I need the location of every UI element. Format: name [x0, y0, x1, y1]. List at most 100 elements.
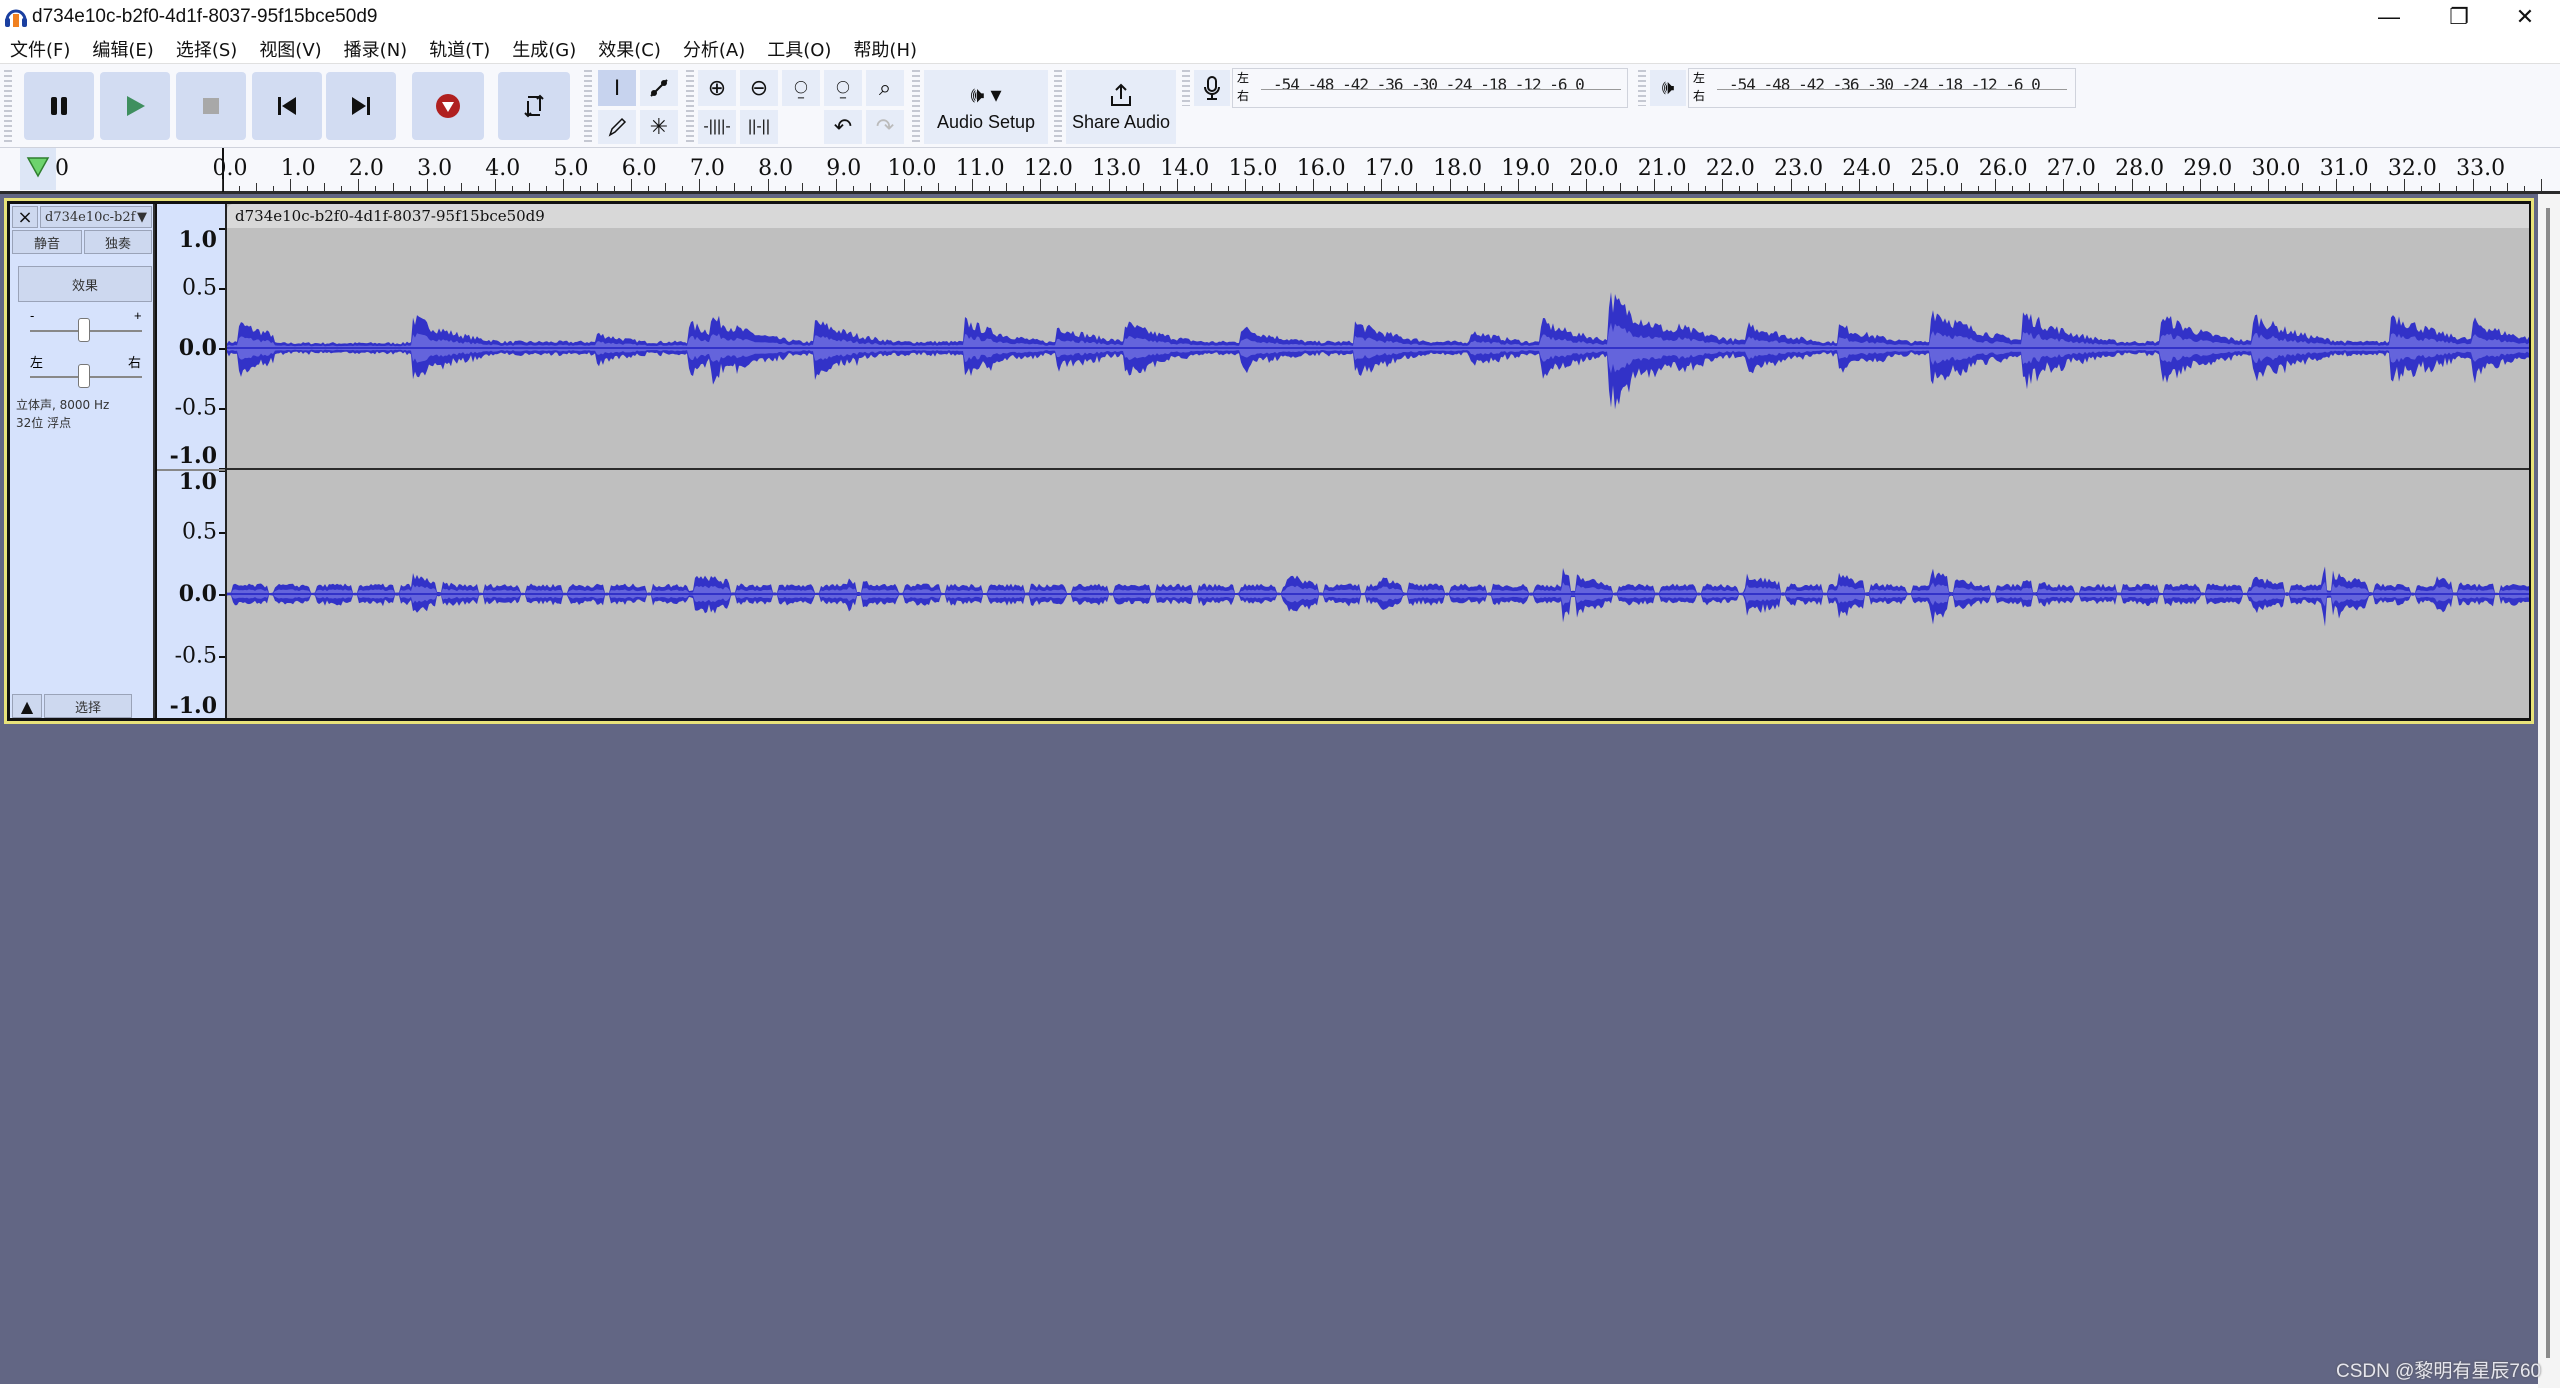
share-audio-grip[interactable] — [1054, 70, 1062, 144]
skip-to-start-button[interactable] — [252, 72, 322, 140]
track-close-button[interactable]: × — [12, 206, 38, 228]
selection-tool-button[interactable]: I — [598, 70, 636, 106]
menu-edit[interactable]: 编辑(E) — [92, 36, 153, 62]
effects-button[interactable]: 效果 — [18, 266, 152, 302]
multi-tool-button[interactable]: ✳ — [640, 110, 678, 144]
effects-label: 效果 — [71, 278, 98, 294]
timeline-tick — [1245, 179, 1246, 191]
gain-slider[interactable] — [30, 316, 142, 342]
undo-icon: ↶ — [833, 114, 853, 139]
timeline-tick — [1722, 179, 1724, 191]
vertical-scrollbar-thumb[interactable] — [2546, 208, 2550, 1358]
waveform[interactable] — [227, 228, 2529, 718]
silence-audio-button[interactable]: ||-|| — [740, 110, 778, 144]
zoom-out-button[interactable]: ⊖ — [740, 70, 778, 106]
restore-button[interactable]: ❐ — [2424, 0, 2494, 34]
collapse-track-button[interactable]: ▲ — [12, 694, 42, 718]
menu-transport[interactable]: 播录(N) — [344, 36, 408, 62]
timeline-tick — [1057, 186, 1059, 191]
zoom-toggle-button[interactable]: ⌕ — [866, 70, 904, 106]
fit-project-button[interactable]: ⍜ — [824, 70, 862, 106]
track-menu-button[interactable]: d734e10c-b2f ▼ — [40, 206, 152, 228]
draw-tool-button[interactable] — [598, 110, 636, 144]
timeline-tick — [1006, 183, 1008, 191]
timeline-tick — [1875, 186, 1877, 191]
envelope-tool-button[interactable] — [640, 70, 678, 106]
timeline-tick — [1568, 186, 1570, 191]
undo-button[interactable]: ↶ — [824, 110, 862, 144]
transport-toolbar-grip[interactable] — [4, 70, 12, 144]
mute-button[interactable]: 静音 — [12, 230, 82, 254]
timeline-ruler[interactable]: 0 0.0 1.0 2.0 3.0 4.0 5.0 6.0 7.0 8.0 9.0 10.0 11.0… — [0, 148, 2560, 194]
playback-meter-button[interactable]: 🕪 — [1650, 70, 1686, 106]
recording-meter-right-label: 右 — [1237, 89, 1250, 103]
menu-select[interactable]: 选择(S) — [176, 36, 237, 62]
menu-analyze[interactable]: 分析(A) — [683, 36, 745, 62]
pan-slider-thumb[interactable] — [78, 364, 90, 388]
mute-label: 静音 — [33, 236, 60, 252]
menu-generate[interactable]: 生成(G) — [512, 36, 576, 62]
playhead-triangle-icon — [26, 157, 50, 178]
menu-help[interactable]: 帮助(H) — [853, 36, 917, 62]
clip-title[interactable]: d734e10c-b2f0-4d1f-8037-95f15bce50d9 — [227, 204, 2529, 228]
record-button[interactable] — [412, 72, 484, 140]
audio-clip[interactable]: d734e10c-b2f0-4d1f-8037-95f15bce50d9 — [225, 204, 2529, 718]
audio-setup-grip[interactable] — [912, 70, 920, 144]
timeline-tick — [1313, 179, 1315, 191]
solo-button[interactable]: 独奏 — [84, 230, 152, 254]
timeline-tick — [2370, 183, 2372, 191]
timeline-label: 25.0 — [1910, 156, 1960, 181]
audio-track[interactable]: × d734e10c-b2f ▼ 静音 独奏 效果 - + 左 右 立体声, 8… — [4, 198, 2534, 724]
play-head-marker[interactable] — [20, 148, 56, 190]
stop-button[interactable] — [176, 72, 246, 140]
timeline-tick — [989, 186, 991, 191]
vertical-scrollbar[interactable] — [2538, 194, 2560, 1388]
amplitude-label: -0.5 — [174, 395, 217, 421]
amplitude-ruler[interactable]: 1.0 0.5 0.0 -0.5 -1.0 1.0 0.5 0.0 -0.5 -1.0 — [157, 204, 225, 720]
window-title: d734e10c-b2f0-4d1f-8037-95f15bce50d9 — [32, 6, 378, 27]
share-audio-button[interactable]: Share Audio — [1066, 70, 1176, 144]
select-track-button[interactable]: 选择 — [44, 694, 132, 718]
record-meter-button[interactable] — [1194, 70, 1230, 106]
amplitude-label: -0.5 — [174, 643, 217, 669]
timeline-tick — [1449, 179, 1451, 191]
playback-meter-grip[interactable] — [1638, 70, 1646, 106]
recording-meter-grip[interactable] — [1182, 70, 1190, 106]
edit-toolbar-grip[interactable] — [686, 70, 694, 144]
menu-file[interactable]: 文件(F) — [10, 36, 70, 62]
gain-slider-thumb[interactable] — [78, 318, 90, 342]
playback-meter[interactable]: 左 右 -54 -48 -42 -36 -30 -24 -18 -12 -6 0 — [1688, 68, 2076, 108]
skip-to-end-button[interactable] — [326, 72, 396, 140]
restore-icon: ❐ — [2449, 4, 2469, 29]
loop-icon — [524, 94, 544, 118]
timeline-tick — [1671, 186, 1673, 191]
menu-tracks[interactable]: 轨道(T) — [429, 36, 490, 62]
timeline-tick — [1824, 183, 1826, 191]
trim-audio-button[interactable]: -||||- — [698, 110, 736, 144]
timeline-tick — [2080, 186, 2082, 191]
timeline-label: 19.0 — [1501, 156, 1551, 181]
timeline-tick — [2165, 183, 2167, 191]
menu-effect[interactable]: 效果(C) — [598, 36, 661, 62]
timeline-tick — [1193, 186, 1195, 191]
loop-button[interactable] — [498, 72, 570, 140]
fit-selection-button[interactable]: ⍜ — [782, 70, 820, 106]
timeline-tick — [1432, 186, 1434, 191]
menu-tools[interactable]: 工具(O) — [767, 36, 831, 62]
zoom-in-button[interactable]: ⊕ — [698, 70, 736, 106]
timeline-label: 13.0 — [1092, 156, 1142, 181]
pan-slider[interactable] — [30, 362, 142, 388]
audio-setup-button[interactable]: 🕪 ▾ Audio Setup — [924, 70, 1048, 144]
recording-meter[interactable]: 左 右 -54 -48 -42 -36 -30 -24 -18 -12 -6 0 — [1232, 68, 1628, 108]
menu-view[interactable]: 视图(V) — [259, 36, 321, 62]
redo-button[interactable]: ↷ — [866, 110, 904, 144]
redo-icon: ↷ — [875, 114, 895, 139]
close-window-button[interactable]: ✕ — [2490, 0, 2560, 34]
play-button[interactable] — [100, 72, 170, 140]
skip-to-end-icon — [352, 97, 370, 115]
timeline-label: 23.0 — [1774, 156, 1824, 181]
minimize-button[interactable]: — — [2354, 0, 2424, 34]
pause-button[interactable] — [24, 72, 94, 140]
tools-toolbar-grip[interactable] — [584, 70, 592, 144]
timeline-tick — [972, 179, 974, 191]
